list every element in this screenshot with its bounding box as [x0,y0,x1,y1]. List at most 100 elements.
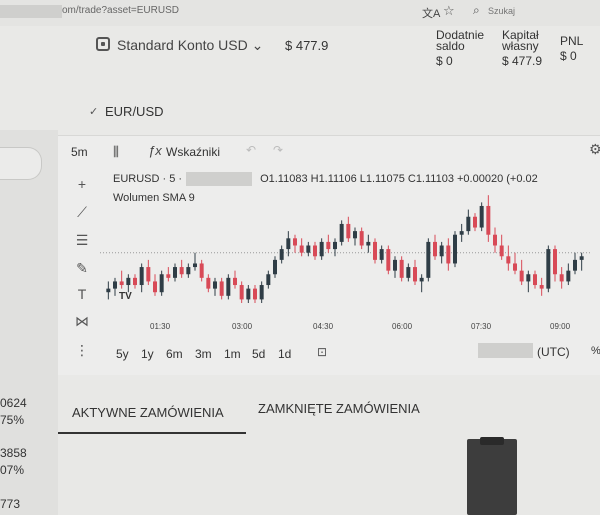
candle-body [126,277,131,286]
indicators-button[interactable]: Wskaźniki [166,145,220,159]
candle [579,252,584,271]
candle [226,274,231,300]
candle [526,270,531,293]
candle-body [479,205,484,228]
brush-icon[interactable]: ✎ [72,260,92,277]
search-input[interactable] [488,6,588,16]
undo-icon[interactable]: ↶ [246,143,256,157]
candle-body [499,245,504,257]
candle-body [159,274,164,293]
url-text[interactable]: om/trade?asset=EURUSD [62,5,179,16]
candle-body [146,267,151,282]
candle-body [133,277,137,286]
search-icon: ⌕ [473,3,480,17]
account-selector[interactable]: Standard Konto USD ⌄ [117,37,263,54]
candle [486,195,491,242]
candlestick-chart[interactable] [100,180,590,315]
candle [153,274,157,296]
left-panel-input[interactable] [0,147,42,180]
candle-body [333,241,337,250]
stat-positive-balance: Dodatnie saldo $ 0 [436,29,484,68]
candle-body [113,281,117,289]
candle [279,245,284,264]
candle-body [153,281,157,293]
star-icon[interactable]: ☆ [443,3,455,19]
candle-body [213,281,217,289]
candle-body [266,274,271,286]
candle-body [533,274,537,286]
range-3m-button[interactable]: 3m [195,347,212,361]
tradingview-logo-icon: TV [119,291,132,302]
candle-body [519,270,524,282]
left-panel-value: 07% [0,463,25,477]
candle-body [339,223,344,242]
candle-body [313,245,317,257]
range-6m-button[interactable]: 6m [166,347,183,361]
range-5d-button[interactable]: 5d [252,347,265,361]
range-5y-button[interactable]: 5y [116,347,129,361]
candle [246,285,251,303]
translate-icon[interactable]: 文A [422,5,440,21]
tab-closed-orders[interactable]: ZAMKNIĘTE ZAMÓWIENIA [258,401,420,416]
candle [446,238,451,271]
candle [419,274,424,293]
candle [119,270,124,289]
candle [506,245,511,271]
interval-selector[interactable]: 5m [71,145,88,159]
candle-body [273,259,277,275]
pattern-icon[interactable]: ⋈ [72,313,92,330]
candle [533,270,537,289]
stat-equity: Kapitał własny $ 477.9 [502,29,542,68]
text-tool-icon[interactable]: T [72,286,92,302]
clipboard-icon [467,439,517,515]
candle [366,234,371,253]
candle-body [279,249,284,260]
stat-label: PNL [560,34,584,48]
range-1m-button[interactable]: 1m [224,347,241,361]
instrument-selector[interactable]: EUR/USD [105,104,164,119]
candle-body [219,281,224,296]
candle [133,274,137,289]
fx-icon[interactable]: ƒx [148,143,162,158]
calendar-icon[interactable]: ⊡ [317,345,327,359]
candle [193,252,197,271]
range-1d-button[interactable]: 1d [278,347,291,361]
check-icon: ✓ [89,106,99,118]
range-1y-button[interactable]: 1y [141,347,154,361]
tab-active-orders[interactable]: AKTYWNE ZAMÓWIENIA [72,405,224,420]
candle [139,263,144,293]
candle-body [179,267,184,275]
candle-body [379,249,384,260]
candle-body [166,274,171,278]
candle [253,285,257,303]
candles-icon[interactable]: ⫼ [113,144,119,160]
gear-icon[interactable]: ⚙ [589,141,600,158]
candle-body [513,263,517,271]
candle-body [246,288,251,300]
candle-body [473,216,477,228]
candle-body [426,241,431,278]
candle-body [486,205,491,235]
candle-body [579,256,584,260]
timezone-label[interactable]: (UTC) [537,345,570,359]
candle [433,234,437,260]
candle [393,256,397,278]
candle-body [306,245,311,253]
candle-body [233,277,237,286]
crosshair-icon[interactable]: + [72,176,92,192]
candle [479,202,484,232]
trend-line-icon[interactable]: ⟋ [72,204,92,221]
stat-label: saldo [436,39,465,53]
candle-body [459,231,464,235]
candle-body [193,263,197,268]
redo-icon[interactable]: ↷ [273,143,283,157]
fib-icon[interactable]: ☰ [72,232,92,249]
measure-icon[interactable]: ⋮ [72,342,92,359]
candle [386,245,391,275]
candle [539,277,544,296]
candle [546,245,551,293]
candle-body [299,245,304,253]
candle-body [206,277,211,289]
candle [413,259,417,286]
percent-toggle[interactable]: % [591,345,600,357]
